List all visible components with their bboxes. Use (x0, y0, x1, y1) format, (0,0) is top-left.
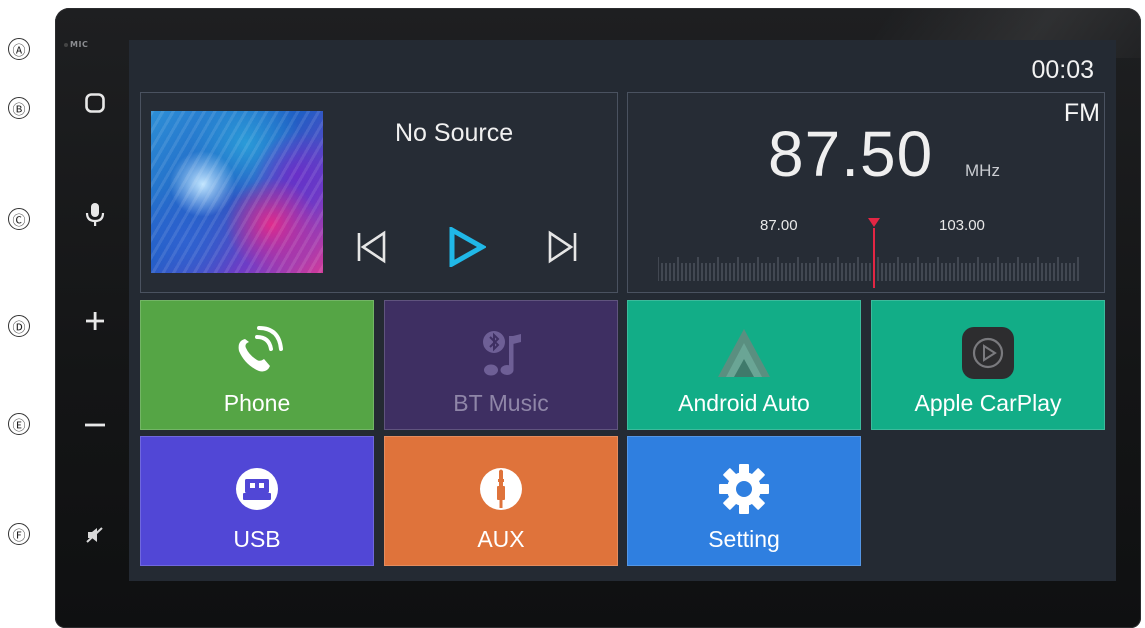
mute-button[interactable] (78, 518, 112, 552)
voice-button[interactable] (78, 198, 112, 232)
head-unit-screen: 00:03 No Source FM 87.50 MHz 87.00 103.0… (129, 40, 1116, 581)
app-label-phone: Phone (223, 390, 291, 416)
play-button[interactable] (443, 223, 491, 271)
app-tile-phone[interactable]: Phone (140, 300, 374, 430)
tuner-needle-marker (868, 218, 880, 227)
carplay-icon (962, 327, 1014, 379)
phone-icon (238, 326, 283, 372)
app-label-aux: AUX (477, 526, 525, 552)
next-track-icon (548, 230, 577, 264)
mic-hole (64, 43, 68, 47)
next-track-button[interactable] (539, 223, 587, 271)
usb-icon (236, 468, 278, 510)
media-source-label: No Source (395, 119, 514, 147)
album-art (151, 111, 323, 273)
callout-d: Ⓓ (8, 315, 30, 337)
radio-frequency-unit: MHz (965, 161, 1000, 180)
app-label-setting: Setting (708, 526, 780, 552)
app-tile-aux[interactable]: AUX (384, 436, 618, 566)
bluetooth-music-icon (483, 331, 521, 376)
volume-up-icon (86, 312, 104, 330)
app-label-usb: USB (233, 526, 281, 552)
app-label-bt-music: BT Music (453, 390, 549, 416)
app-tile-bt-music[interactable]: BT Music (384, 300, 618, 430)
app-tile-android-auto[interactable]: Android Auto (627, 300, 861, 430)
gear-icon (719, 464, 769, 514)
tuner-scale-high: 103.00 (939, 217, 985, 234)
radio-band: FM (1063, 99, 1100, 127)
radio-panel[interactable]: FM 87.50 MHz 87.00 103.00 (627, 92, 1105, 293)
home-icon (85, 93, 105, 113)
android-auto-icon (718, 329, 770, 377)
radio-frequency: 87.50 (768, 118, 934, 190)
tuner-scale-low: 87.00 (760, 217, 798, 234)
app-tile-setting[interactable]: Setting (627, 436, 861, 566)
tuner-scale[interactable] (658, 253, 1082, 283)
volume-up-button[interactable] (78, 304, 112, 338)
previous-track-button[interactable] (347, 223, 395, 271)
status-clock: 00:03 (1031, 56, 1094, 84)
play-icon (449, 227, 486, 267)
mic-label: MIC (70, 40, 89, 49)
callout-f: Ⓕ (8, 523, 30, 545)
home-button[interactable] (78, 86, 112, 120)
previous-track-icon (357, 230, 386, 264)
aux-jack-icon (480, 468, 522, 510)
app-tile-usb[interactable]: USB (140, 436, 374, 566)
media-panel[interactable]: No Source (140, 92, 618, 293)
callout-a: Ⓐ (8, 38, 30, 60)
callout-c: Ⓒ (8, 208, 30, 230)
voice-mic-icon (85, 203, 105, 226)
volume-down-icon (85, 423, 105, 427)
volume-down-button[interactable] (78, 408, 112, 442)
callout-b: Ⓑ (8, 97, 30, 119)
app-label-apple-carplay: Apple CarPlay (914, 390, 1062, 416)
callout-e: Ⓔ (8, 413, 30, 435)
app-label-android-auto: Android Auto (678, 390, 810, 416)
tuner-needle (873, 228, 875, 288)
mute-icon (86, 527, 103, 543)
app-tile-apple-carplay[interactable]: Apple CarPlay (871, 300, 1105, 430)
